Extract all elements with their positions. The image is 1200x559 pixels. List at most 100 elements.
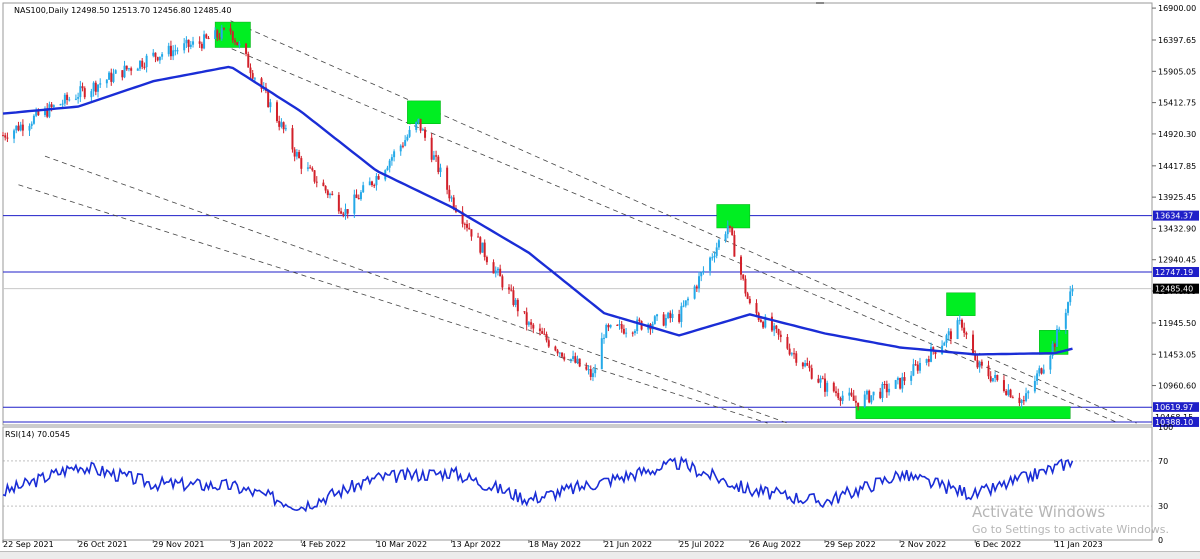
bear-candle [779, 334, 782, 337]
bull-candle [713, 255, 716, 258]
bear-candle [523, 311, 526, 313]
bear-candle [130, 68, 133, 71]
bear-candle [452, 197, 455, 209]
bear-candle [50, 104, 53, 108]
bear-candle [821, 378, 824, 380]
bear-candle [2, 135, 4, 137]
bear-candle [916, 364, 919, 371]
bear-candle [1005, 390, 1008, 395]
bull-candle [404, 140, 407, 146]
bear-candle [346, 209, 349, 214]
bear-candle [267, 90, 270, 108]
bear-candle [1011, 397, 1014, 399]
price-tick-label: 15905.05 [1158, 67, 1196, 76]
bull-candle [653, 316, 656, 324]
bear-candle [857, 402, 860, 408]
bull-candle [28, 125, 31, 131]
bull-candle [991, 378, 994, 382]
bull-candle [295, 152, 298, 157]
bear-candle [470, 229, 473, 237]
bull-candle [174, 50, 177, 52]
bear-candle [852, 395, 855, 401]
bull-candle [399, 145, 402, 152]
bear-candle [377, 176, 380, 180]
bull-candle [439, 167, 442, 173]
bull-candle [717, 240, 720, 248]
bull-candle [1027, 391, 1030, 394]
bear-candle [501, 276, 504, 288]
price-tick-label: 11945.50 [1158, 319, 1196, 328]
bear-candle [731, 227, 734, 236]
bull-candle [848, 392, 851, 396]
bear-candle [435, 155, 438, 157]
bear-candle [169, 45, 172, 57]
bull-candle [269, 102, 272, 108]
bear-candle [309, 167, 312, 169]
bull-candle [112, 73, 115, 82]
bear-candle [448, 189, 451, 199]
bull-candle [1042, 369, 1045, 374]
bull-candle [415, 122, 418, 130]
time-tick-label: 11 Jan 2023 [1055, 540, 1103, 549]
bear-candle [463, 223, 466, 225]
bear-candle [868, 390, 871, 403]
bear-candle [234, 40, 237, 43]
bull-candle [253, 78, 256, 80]
bear-candle [563, 356, 566, 360]
bear-candle [275, 102, 278, 122]
bull-candle [618, 324, 621, 326]
bear-candle [154, 52, 157, 58]
bear-candle [293, 149, 296, 157]
bull-candle [910, 375, 913, 381]
bear-candle [357, 197, 360, 200]
bear-candle [477, 236, 480, 238]
bull-candle [388, 160, 391, 168]
bear-candle [300, 158, 303, 169]
bear-candle [662, 314, 665, 326]
bear-candle [326, 190, 329, 196]
bear-candle [638, 319, 641, 322]
bear-candle [541, 331, 544, 334]
bear-candle [483, 242, 486, 258]
bull-candle [667, 312, 670, 319]
bear-candle [989, 376, 992, 382]
bear-candle [554, 346, 557, 351]
bull-candle [1020, 400, 1023, 404]
bull-candle [1049, 355, 1052, 370]
bear-candle [485, 257, 488, 263]
bull-candle [74, 98, 77, 100]
time-tick-label: 26 Aug 2022 [750, 540, 801, 549]
bull-candle [52, 105, 55, 108]
bull-candle [368, 181, 371, 186]
bull-candle [353, 194, 356, 214]
bull-candle [481, 242, 484, 253]
bear-candle [980, 361, 983, 366]
highlight-box [855, 406, 1071, 419]
bull-candle [105, 79, 108, 84]
bear-candle [512, 290, 515, 305]
bull-candle [625, 332, 628, 334]
bear-candle [823, 378, 826, 392]
bear-candle [788, 348, 791, 355]
bull-candle [609, 324, 612, 328]
bull-candle [183, 43, 186, 51]
bear-candle [903, 377, 906, 381]
bull-candle [19, 124, 22, 131]
bull-candle [636, 319, 639, 331]
bull-candle [870, 395, 873, 403]
bull-candle [947, 331, 950, 336]
bear-candle [187, 39, 190, 47]
bear-candle [585, 366, 588, 370]
bear-candle [525, 312, 528, 325]
bull-candle [819, 378, 822, 383]
bear-candle [245, 43, 248, 54]
bull-candle [214, 30, 217, 40]
time-tick-label: 10 Mar 2022 [376, 540, 427, 549]
bull-candle [152, 52, 155, 56]
bear-candle [835, 391, 838, 393]
time-tick-label: 18 May 2022 [529, 540, 581, 549]
bull-candle [161, 54, 164, 57]
channel-trendline [230, 20, 1137, 424]
bull-candle [63, 94, 66, 104]
bull-candle [686, 298, 689, 301]
